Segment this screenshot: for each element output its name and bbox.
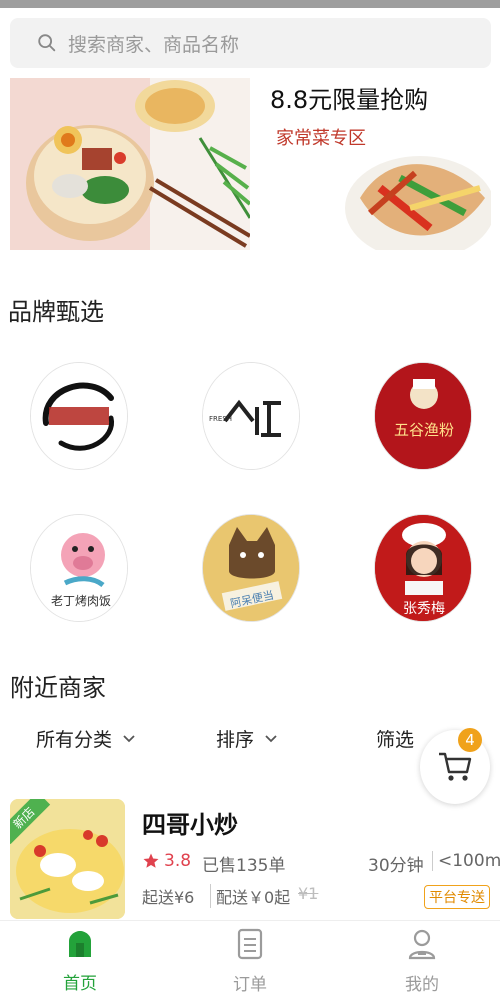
tab-home[interactable]: 首页 — [20, 921, 140, 1001]
brand-logo-6-text: 张秀梅 — [403, 601, 445, 617]
filter-screen[interactable]: 筛选 — [376, 725, 414, 752]
shop-image: 新店 — [10, 799, 125, 919]
brand-logo-2-text: FRESH — [209, 415, 232, 423]
filter-category-label: 所有分类 — [36, 729, 113, 751]
chevron-down-icon — [123, 734, 135, 742]
brand-logo-5[interactable]: 阿呆便当 — [202, 514, 300, 622]
brand-logo-4[interactable]: 老丁烤肉饭 — [30, 514, 128, 622]
tab-orders-label: 订单 — [233, 974, 267, 995]
tab-mine[interactable]: 我的 — [362, 921, 482, 1001]
banner-subtitle: 家常菜专区 — [276, 128, 366, 149]
original-delivery-fee: ¥1 — [298, 884, 319, 903]
cart-badge: 4 — [458, 728, 482, 752]
status-bar — [0, 0, 500, 8]
banner-promo-panel: 8.8元限量抢购 家常菜专区 — [250, 78, 491, 250]
delivery-fee: 配送￥0起 — [210, 884, 290, 908]
brand-logo-6[interactable]: 张秀梅 — [374, 514, 472, 622]
chevron-down-icon — [265, 734, 277, 742]
promo-banner[interactable]: 8.8元限量抢购 家常菜专区 — [10, 78, 491, 250]
platform-delivery-tag: 平台专送 — [424, 885, 490, 909]
search-bar[interactable]: 搜索商家、商品名称 — [10, 18, 491, 68]
banner-title: 8.8元限量抢购 — [270, 86, 429, 114]
order-list-icon — [237, 928, 263, 959]
search-placeholder: 搜索商家、商品名称 — [68, 33, 240, 56]
shop-name: 四哥小炒 — [142, 811, 238, 839]
filter-category[interactable]: 所有分类 — [36, 725, 136, 752]
brand-logo-3-text: 五谷渔粉 — [394, 421, 454, 439]
cart-icon — [439, 752, 472, 781]
brand-logo-4-text: 老丁烤肉饭 — [51, 593, 111, 608]
shop-distance: <100m — [432, 851, 500, 871]
tab-mine-label: 我的 — [405, 974, 439, 995]
min-order: 起送¥6 — [142, 888, 195, 907]
tab-orders[interactable]: 订单 — [190, 921, 310, 1001]
search-icon — [38, 34, 56, 52]
delivery-time: 30分钟 — [368, 856, 424, 876]
brand-logo-1[interactable] — [30, 362, 128, 470]
filter-sort[interactable]: 排序 — [216, 725, 278, 752]
tab-home-label: 首页 — [63, 973, 97, 994]
banner-image-bento — [10, 78, 250, 250]
user-profile-icon — [408, 929, 436, 959]
shop-card[interactable]: 新店 四哥小炒 3.8 已售135单 30分钟 <100m 起送¥6 配送￥0起… — [0, 795, 500, 920]
brand-section-title: 品牌甄选 — [8, 298, 104, 326]
brand-logo-2[interactable]: FRESH — [202, 362, 300, 470]
home-icon — [69, 930, 91, 957]
filter-sort-label: 排序 — [216, 729, 255, 751]
star-icon — [143, 853, 159, 868]
shop-rating: 3.8 — [164, 851, 192, 871]
brand-logo-3[interactable]: 五谷渔粉 — [374, 362, 472, 470]
nearby-section-title: 附近商家 — [10, 674, 106, 702]
shop-sold-count: 已售135单 — [202, 856, 286, 876]
filter-screen-label: 筛选 — [376, 729, 415, 751]
bottom-tab-bar: 首页 订单 我的 — [0, 920, 500, 1000]
